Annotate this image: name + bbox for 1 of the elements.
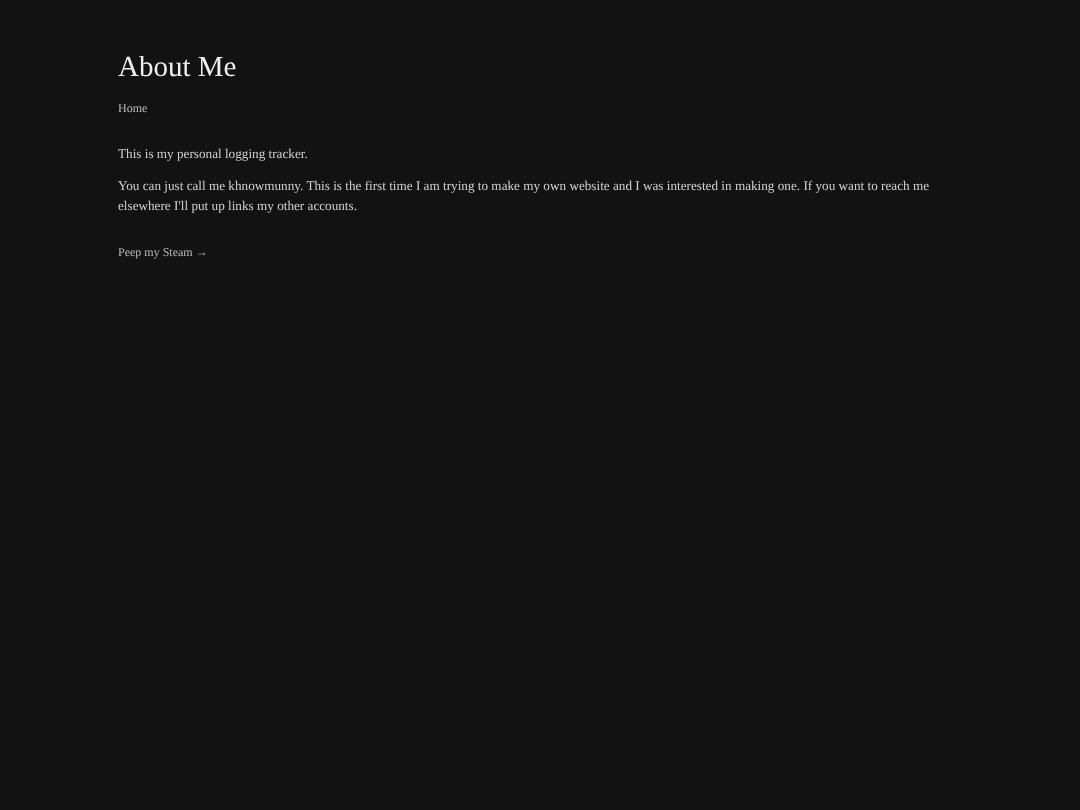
page-title: About Me bbox=[118, 50, 239, 86]
